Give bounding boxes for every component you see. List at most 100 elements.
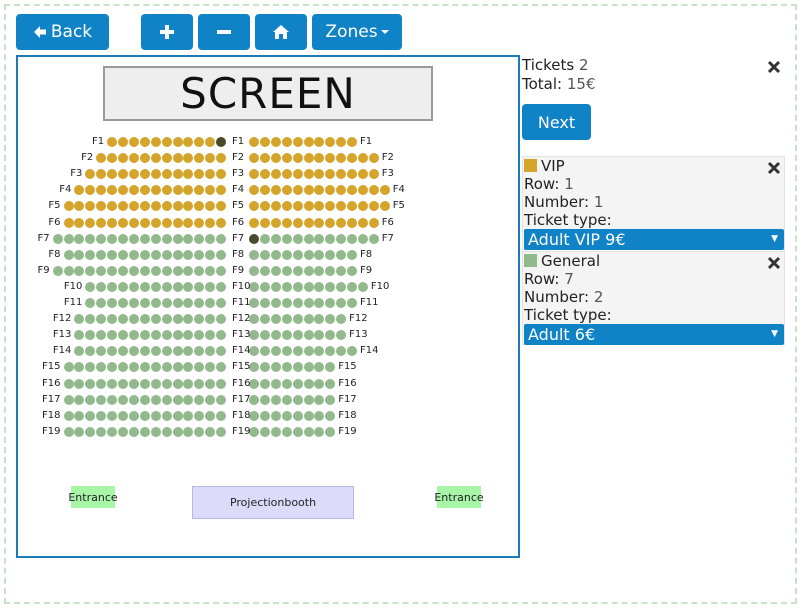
seat[interactable]	[139, 137, 150, 147]
seat[interactable]	[281, 217, 292, 228]
seat[interactable]	[281, 410, 292, 421]
seat[interactable]	[194, 249, 205, 260]
seat[interactable]	[259, 137, 270, 147]
seat[interactable]	[368, 153, 379, 164]
seat[interactable]	[107, 217, 118, 228]
seat[interactable]	[128, 298, 139, 308]
seat[interactable]	[172, 169, 183, 180]
seat[interactable]	[63, 410, 74, 421]
seat[interactable]	[194, 394, 205, 405]
seat[interactable]	[303, 410, 314, 421]
seat[interactable]	[281, 153, 292, 164]
seat[interactable]	[161, 249, 172, 260]
seat[interactable]	[194, 378, 205, 389]
seat[interactable]	[347, 265, 358, 276]
seat[interactable]	[292, 362, 303, 373]
seat[interactable]	[172, 233, 183, 244]
seat[interactable]	[172, 314, 183, 325]
seat[interactable]	[325, 249, 336, 260]
seat[interactable]	[314, 378, 325, 389]
seat[interactable]	[347, 217, 358, 228]
seat[interactable]	[172, 394, 183, 405]
seat[interactable]	[161, 346, 172, 357]
clear-all-close-icon[interactable]	[767, 60, 781, 74]
seat[interactable]	[107, 281, 118, 292]
seat[interactable]	[249, 426, 259, 437]
seat[interactable]	[270, 217, 281, 228]
seat[interactable]	[270, 137, 281, 147]
seat[interactable]	[107, 394, 118, 405]
seat[interactable]	[259, 217, 270, 228]
seat[interactable]	[358, 233, 368, 244]
seat[interactable]	[172, 426, 183, 437]
seat[interactable]	[205, 378, 216, 389]
seat[interactable]	[249, 281, 259, 292]
seat[interactable]	[85, 410, 96, 421]
seat[interactable]	[205, 217, 216, 228]
seat[interactable]	[249, 394, 259, 405]
seat[interactable]	[172, 137, 183, 147]
seat[interactable]	[139, 394, 150, 405]
seat[interactable]	[249, 249, 259, 260]
seat[interactable]	[336, 249, 347, 260]
seat[interactable]	[161, 362, 172, 373]
seat[interactable]	[292, 314, 303, 325]
seat[interactable]	[194, 217, 205, 228]
seat[interactable]	[128, 314, 139, 325]
seat[interactable]	[172, 362, 183, 373]
seat[interactable]	[303, 426, 314, 437]
seat[interactable]	[150, 137, 161, 147]
seat[interactable]	[161, 298, 172, 308]
seat[interactable]	[118, 378, 128, 389]
seat[interactable]	[216, 249, 227, 260]
seat[interactable]	[259, 298, 270, 308]
seat[interactable]	[347, 281, 358, 292]
seat[interactable]	[161, 314, 172, 325]
seat[interactable]	[74, 378, 85, 389]
seat[interactable]	[281, 346, 292, 357]
seat[interactable]	[74, 233, 85, 244]
seat[interactable]	[249, 410, 259, 421]
home-button[interactable]	[255, 14, 307, 50]
next-button[interactable]: Next	[522, 104, 591, 140]
seat[interactable]	[161, 426, 172, 437]
seat[interactable]	[118, 281, 128, 292]
seat[interactable]	[259, 314, 270, 325]
seat[interactable]	[85, 394, 96, 405]
seat[interactable]	[270, 169, 281, 180]
seat[interactable]	[281, 233, 292, 244]
seat[interactable]	[292, 249, 303, 260]
seat[interactable]	[128, 426, 139, 437]
seat[interactable]	[118, 394, 128, 405]
seat[interactable]	[118, 265, 128, 276]
seat[interactable]	[150, 314, 161, 325]
seat[interactable]	[118, 426, 128, 437]
seat[interactable]	[205, 249, 216, 260]
seat[interactable]	[303, 394, 314, 405]
seat[interactable]	[128, 153, 139, 164]
seat[interactable]	[63, 362, 74, 373]
seat[interactable]	[216, 233, 227, 244]
remove-ticket-close-icon[interactable]	[767, 161, 781, 175]
seat[interactable]	[325, 378, 336, 389]
seat[interactable]	[161, 281, 172, 292]
seat[interactable]	[107, 378, 118, 389]
seat[interactable]	[183, 394, 194, 405]
seat[interactable]	[63, 201, 74, 212]
seat[interactable]	[139, 169, 150, 180]
seat[interactable]	[96, 265, 107, 276]
seat[interactable]	[216, 281, 227, 292]
seat[interactable]	[205, 233, 216, 244]
seat[interactable]	[128, 233, 139, 244]
seat[interactable]	[107, 410, 118, 421]
seat[interactable]	[150, 378, 161, 389]
seat[interactable]	[161, 410, 172, 421]
seat[interactable]	[139, 233, 150, 244]
seat[interactable]	[292, 281, 303, 292]
seat[interactable]	[161, 265, 172, 276]
seat[interactable]	[85, 233, 96, 244]
seat[interactable]	[150, 185, 161, 196]
seat[interactable]	[118, 410, 128, 421]
seat[interactable]	[107, 249, 118, 260]
seat[interactable]	[270, 330, 281, 341]
